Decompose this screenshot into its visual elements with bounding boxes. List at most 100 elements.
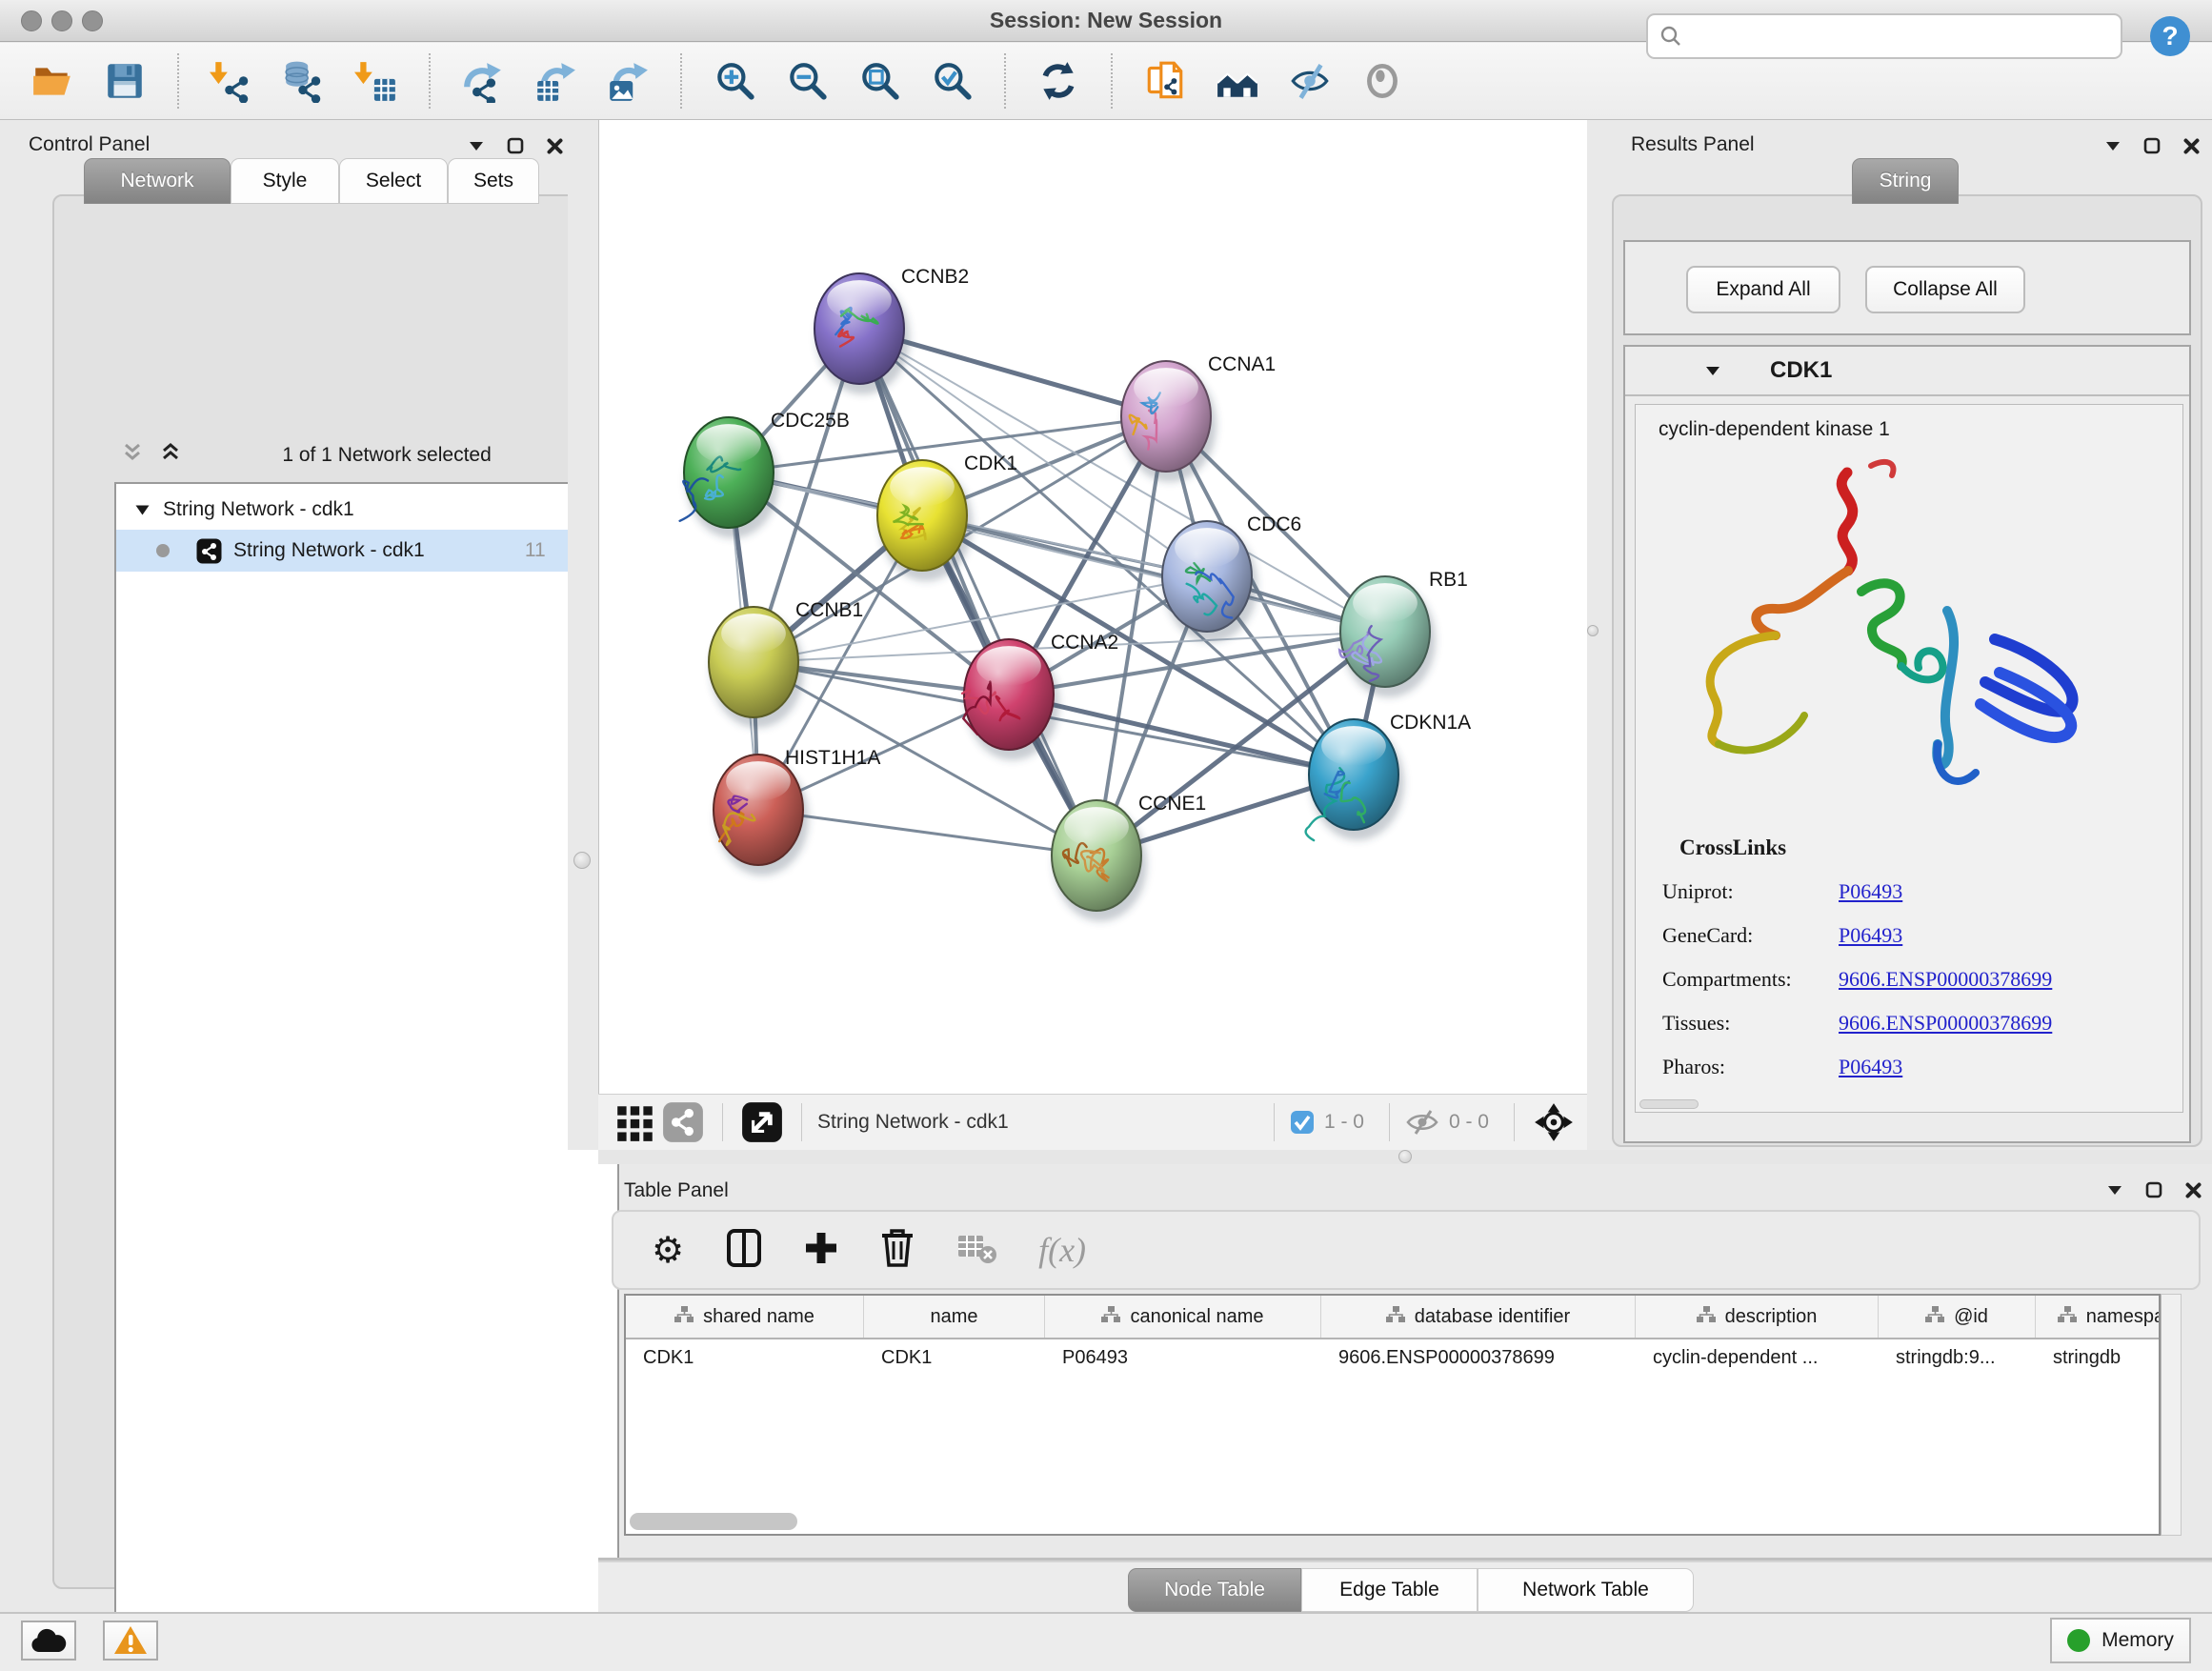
delete-icon[interactable] — [880, 1228, 915, 1273]
tab-sets[interactable]: Sets — [448, 158, 539, 204]
gear-icon[interactable]: ⚙ — [652, 1232, 684, 1268]
expand-all-button[interactable]: Expand All — [1686, 266, 1840, 313]
table-vscrollbar[interactable] — [2161, 1294, 2182, 1536]
collapse-panel-icon[interactable] — [2105, 141, 2121, 151]
float-panel-icon[interactable] — [2145, 1181, 2162, 1198]
zoom-selected-icon[interactable] — [928, 57, 975, 105]
network-row-selected[interactable]: String Network - cdk1 11 48 — [116, 530, 617, 572]
tab-network[interactable]: Network — [84, 158, 231, 204]
clone-network-icon[interactable] — [1141, 57, 1189, 105]
selected-checkbox-icon[interactable] — [1290, 1110, 1315, 1135]
gene-header[interactable]: CDK1 — [1625, 347, 2189, 396]
tab-network-table[interactable]: Network Table — [1478, 1568, 1694, 1612]
node-CDC6[interactable]: CDC6 — [1162, 513, 1301, 642]
node-CDC25B[interactable]: CDC25B — [680, 410, 850, 538]
results-buttons-box: Expand All Collapse All — [1623, 240, 2191, 335]
node-CCNA2[interactable]: CCNA2 — [962, 632, 1118, 760]
right-splitter[interactable] — [1587, 120, 1599, 1150]
table-cell[interactable]: CDK1 — [864, 1339, 1045, 1376]
memory-status-icon — [2067, 1629, 2090, 1652]
eye-icon[interactable] — [1358, 57, 1406, 105]
tab-select[interactable]: Select — [339, 158, 448, 204]
zoom-fit-icon[interactable] — [855, 57, 903, 105]
warning-icon[interactable] — [103, 1621, 158, 1661]
node-CDKN1A[interactable]: CDKN1A — [1306, 712, 1472, 840]
collapse-panel-icon[interactable] — [2107, 1185, 2122, 1196]
close-panel-icon[interactable] — [2185, 1182, 2202, 1198]
columns-icon[interactable] — [726, 1228, 762, 1273]
first-neighbors-icon[interactable] — [1214, 57, 1261, 105]
zoom-out-icon[interactable] — [783, 57, 831, 105]
import-table-icon[interactable] — [352, 57, 400, 105]
column-header-description[interactable]: description — [1636, 1296, 1879, 1338]
float-panel-icon[interactable] — [507, 137, 524, 154]
column-header-@id[interactable]: @id — [1879, 1296, 2036, 1338]
expand-all-networks-icon[interactable] — [158, 442, 183, 469]
crosslink-link[interactable]: P06493 — [1839, 879, 1902, 904]
cloud-icon[interactable] — [21, 1621, 76, 1661]
network-overview-icon[interactable] — [659, 1098, 707, 1146]
column-header-database-identifier[interactable]: database identifier — [1321, 1296, 1636, 1338]
node-HIST1H1A[interactable]: HIST1H1A — [714, 747, 880, 876]
table-cell[interactable]: stringdb:9... — [1879, 1339, 2036, 1376]
table-cell[interactable]: stringdb — [2036, 1339, 2161, 1376]
crosslink-link[interactable]: 9606.ENSP00000378699 — [1839, 1011, 2052, 1036]
close-panel-icon[interactable] — [2183, 138, 2200, 154]
help-icon[interactable]: ? — [2147, 13, 2193, 59]
export-image-icon[interactable] — [604, 57, 652, 105]
crosslink-link[interactable]: P06493 — [1839, 1055, 1902, 1079]
tab-node-table[interactable]: Node Table — [1128, 1568, 1301, 1612]
collapse-all-button[interactable]: Collapse All — [1865, 266, 2025, 313]
cytoscape-window: Session: New Session ? Control Panel 1 o… — [0, 0, 2212, 1671]
export-table-icon[interactable] — [532, 57, 579, 105]
table-cell[interactable]: cyclin-dependent ... — [1636, 1339, 1879, 1376]
edge-HIST1H1A-CCNE1[interactable] — [758, 810, 1096, 856]
node-CCNA1[interactable]: CCNA1 — [1121, 353, 1276, 482]
node-CCNB2[interactable]: CCNB2 — [814, 266, 969, 394]
selected-counts: 1 - 0 — [1324, 1111, 1364, 1134]
results-hscrollbar[interactable] — [1639, 1099, 1699, 1109]
node-CCNE1[interactable]: CCNE1 — [1052, 793, 1206, 921]
table-row[interactable]: CDK1CDK1P064939606.ENSP00000378699cyclin… — [626, 1339, 2159, 1376]
open-session-icon[interactable] — [29, 57, 76, 105]
table-hscrollbar[interactable] — [630, 1513, 797, 1530]
close-panel-icon[interactable] — [547, 138, 563, 154]
gene-expander-icon[interactable] — [1705, 366, 1720, 376]
network-canvas[interactable]: CCNB2CCNA1CDC25BCDK1CDC6RB1CCNB1CCNA2CDK… — [598, 120, 1587, 1094]
export-network-icon[interactable] — [459, 57, 507, 105]
zoom-in-icon[interactable] — [711, 57, 758, 105]
node-RB1[interactable]: RB1 — [1339, 569, 1468, 697]
table-cell[interactable]: 9606.ENSP00000378699 — [1321, 1339, 1636, 1376]
refresh-icon[interactable] — [1035, 57, 1082, 105]
table-cell[interactable]: P06493 — [1045, 1339, 1321, 1376]
crosslink-link[interactable]: P06493 — [1839, 923, 1902, 948]
crosslink-link[interactable]: 9606.ENSP00000378699 — [1839, 967, 2052, 992]
collection-expander-icon[interactable] — [135, 505, 150, 515]
tab-style[interactable]: Style — [231, 158, 339, 204]
search-input[interactable] — [1682, 25, 2092, 49]
horizontal-splitter[interactable] — [598, 1150, 2212, 1164]
edge-CCNB2-CCNE1[interactable] — [859, 329, 1096, 856]
network-collection-row[interactable]: String Network - cdk1 1 — [116, 490, 617, 530]
tab-edge-table[interactable]: Edge Table — [1301, 1568, 1478, 1612]
left-splitter[interactable] — [568, 120, 598, 1150]
memory-button[interactable]: Memory — [2050, 1618, 2191, 1663]
import-database-icon[interactable] — [280, 57, 328, 105]
column-header-name[interactable]: name — [864, 1296, 1045, 1338]
collapse-all-networks-icon[interactable] — [120, 442, 145, 469]
search-box[interactable] — [1646, 13, 2122, 59]
collapse-panel-icon[interactable] — [469, 141, 484, 151]
column-header-canonical-name[interactable]: canonical name — [1045, 1296, 1321, 1338]
add-icon[interactable] — [804, 1231, 838, 1270]
float-panel-icon[interactable] — [2143, 137, 2161, 154]
grid-view-icon[interactable] — [612, 1098, 659, 1146]
save-session-icon[interactable] — [101, 57, 149, 105]
column-header-shared-name[interactable]: shared name — [626, 1296, 864, 1338]
table-cell[interactable]: CDK1 — [626, 1339, 864, 1376]
show-hide-icon[interactable] — [1286, 57, 1334, 105]
import-network-icon[interactable] — [208, 57, 255, 105]
detach-view-icon[interactable] — [738, 1098, 786, 1146]
column-header-namespace[interactable]: namespace — [2036, 1296, 2161, 1338]
tab-string[interactable]: String — [1852, 158, 1959, 204]
birdseye-icon[interactable] — [1530, 1098, 1578, 1146]
